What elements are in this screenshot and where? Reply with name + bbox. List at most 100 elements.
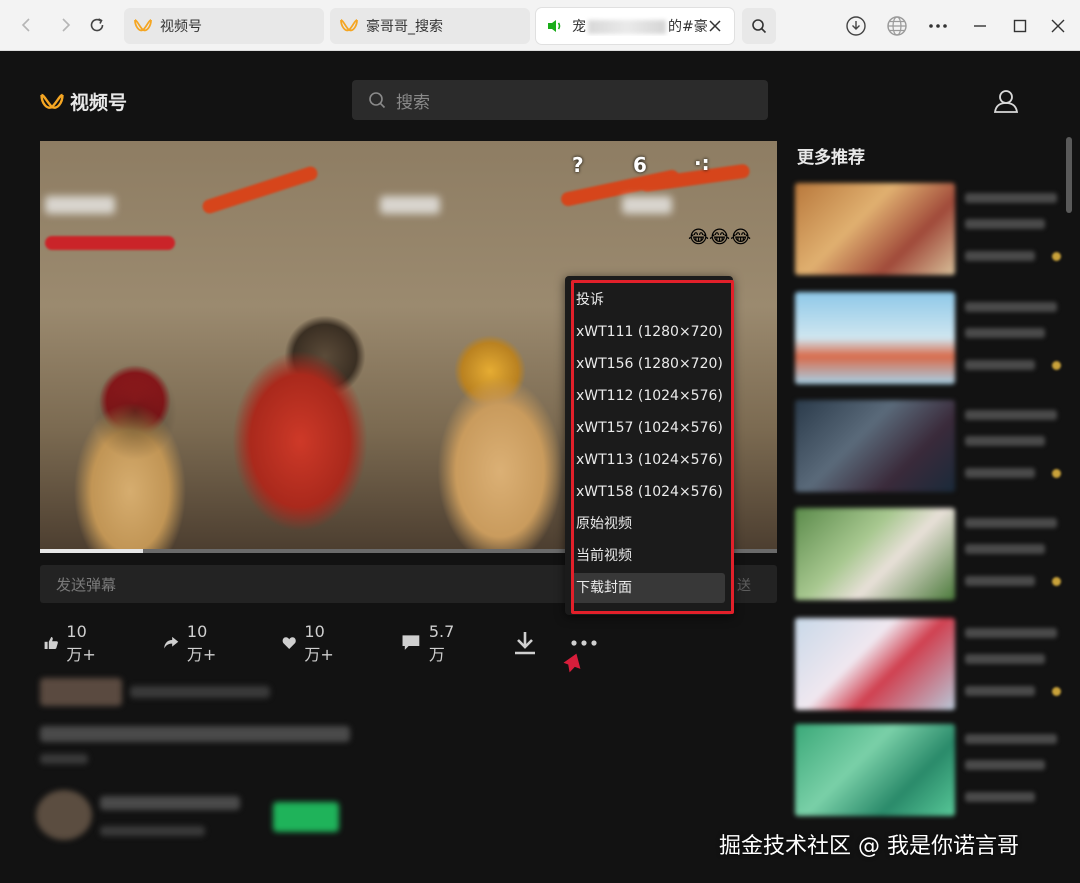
blurred-text [130,686,270,698]
tab-label-suffix: 的#豪 [668,19,708,35]
blurred-caption [45,196,115,214]
recommendation-thumbnail [795,400,955,492]
blurred-text [965,686,1035,696]
menu-item-xwt113[interactable]: xWT113 (1024×576) [571,445,725,475]
blurred-text [965,468,1035,478]
blurred-description [40,726,350,742]
maximize-icon [1013,19,1027,33]
download-icon [515,632,535,655]
blurred-text [588,20,666,34]
blurred-caption [380,196,440,214]
blurred-text [965,328,1045,338]
arrow-left-icon [21,18,30,32]
video-content [200,164,320,216]
recommendation-thumbnail [795,183,955,275]
tab-video-active[interactable]: 宠 的#豪 [536,8,734,44]
menu-item-xwt157[interactable]: xWT157 (1024×576) [571,413,725,443]
recommendation-item[interactable] [795,508,1062,600]
emoji-icon: 😂😂😂 [688,227,752,248]
blurred-text [40,754,88,764]
recommendation-item[interactable] [795,292,1062,384]
channels-logo-icon [134,17,152,35]
like-count: 10万+ [66,621,96,664]
like-button[interactable]: 10万+ [44,622,96,664]
blurred-text [965,654,1045,664]
blurred-text [965,251,1035,261]
follow-button[interactable] [273,802,339,832]
tab-search[interactable]: 豪哥哥_搜索 [330,8,530,44]
danmaku-send-button[interactable]: 送 [737,575,751,595]
menu-item-xwt111[interactable]: xWT111 (1280×720) [571,317,725,347]
share-button[interactable]: 10万+ [163,622,217,664]
badge-icon [1052,361,1061,370]
channels-logo-icon [340,17,358,35]
browser-window: 视频号 豪哥哥_搜索 宠 的#豪 视频号 搜索 ? 6 ·: 😂😂😂 发送弹幕 送… [0,0,1080,883]
blurred-text [965,219,1045,229]
logo-text: 视频号 [70,92,128,114]
video-overlay-text: 6 [633,153,647,177]
search-input[interactable]: 搜索 [352,80,768,120]
tab-label-prefix: 宠 [572,19,586,35]
author-avatar[interactable] [36,790,92,840]
channels-logo[interactable]: 视频号 [40,88,127,115]
user-icon [993,90,1019,113]
reload-button[interactable] [84,12,110,38]
arrow-right-icon [62,18,71,32]
recommendation-item[interactable] [795,400,1062,492]
close-window-button[interactable] [1044,12,1072,40]
download-options-menu: 投诉 xWT111 (1280×720) xWT156 (1280×720) x… [565,276,733,615]
blurred-text [965,576,1035,586]
blurred-text [965,193,1057,203]
blurred-text [965,436,1045,446]
blurred-text [965,792,1035,802]
comment-count: 5.7万 [428,621,455,664]
menu-item-download-cover[interactable]: 下载封面 [571,573,725,603]
browser-tab-bar: 视频号 豪哥哥_搜索 宠 的#豪 [0,0,1080,51]
download-circle-icon [846,16,866,36]
badge-icon [1052,252,1061,261]
globe-button[interactable] [883,12,911,40]
recommendation-item[interactable] [795,724,1062,816]
blurred-text [100,826,205,836]
menu-item-xwt112[interactable]: xWT112 (1024×576) [571,381,725,411]
favorite-button[interactable]: 10万+ [282,622,334,664]
video-progress-fill [40,549,144,553]
tab-search-button[interactable] [742,8,776,44]
tab-label: 宠 的#豪 [572,16,708,36]
scrollbar[interactable] [1066,137,1072,213]
minimize-button[interactable] [966,12,994,40]
menu-item-xwt158[interactable]: xWT158 (1024×576) [571,477,725,507]
close-icon [1051,19,1065,33]
blurred-text [965,628,1057,638]
more-icon [571,640,597,646]
menu-item-current-video[interactable]: 当前视频 [571,541,725,571]
watermark: 掘金技术社区 @ 我是你诺言哥 [719,834,1019,859]
recommendation-thumbnail [795,618,955,710]
favorite-count: 10万+ [304,621,334,664]
blurred-text [965,360,1035,370]
blurred-author-name [100,796,240,810]
search-icon [752,19,767,34]
recommendation-item[interactable] [795,183,1062,275]
back-button[interactable] [14,12,40,38]
maximize-button[interactable] [1006,12,1034,40]
forward-button[interactable] [52,12,78,38]
recommendation-item[interactable] [795,618,1062,710]
download-button[interactable] [514,626,544,660]
recommendation-thumbnail [795,292,955,384]
search-icon [369,92,386,109]
user-profile-button[interactable] [990,86,1022,116]
thumb-up-icon [44,636,58,650]
menu-item-report[interactable]: 投诉 [571,285,725,315]
downloads-button[interactable] [842,12,870,40]
blurred-caption [622,196,672,214]
blurred-text [965,734,1057,744]
menu-item-xwt156[interactable]: xWT156 (1280×720) [571,349,725,379]
badge-icon [1052,687,1061,696]
menu-more-button[interactable] [924,12,952,40]
comment-button[interactable]: 5.7万 [401,622,460,664]
tab-close-button[interactable] [706,17,724,35]
tab-channels[interactable]: 视频号 [124,8,324,44]
menu-item-original-video[interactable]: 原始视频 [571,509,725,539]
close-icon [709,20,721,32]
